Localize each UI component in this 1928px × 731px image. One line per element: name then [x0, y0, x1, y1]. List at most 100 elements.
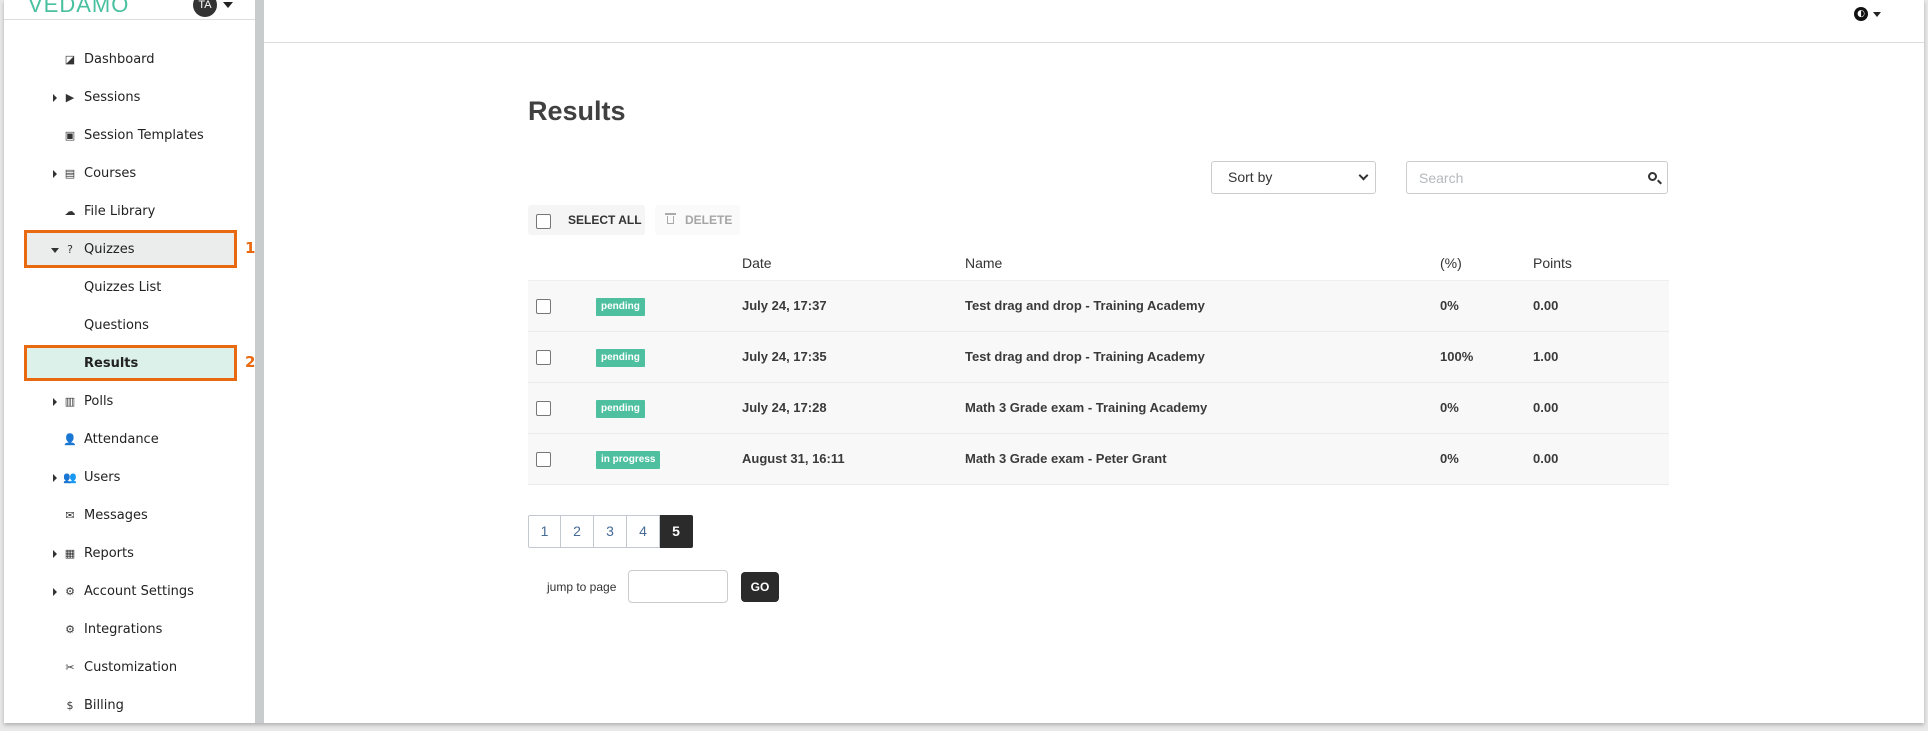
avatar-caret-down-icon[interactable] — [223, 2, 233, 8]
result-date: August 31, 16:11 — [742, 451, 845, 466]
table-row[interactable]: pending July 24, 17:28 Math 3 Grade exam -… — [528, 383, 1669, 434]
cogs-icon: ⚙ — [65, 623, 75, 636]
page-title: Results — [528, 96, 626, 126]
sidebar-item-courses[interactable]: ▤ Courses — [4, 155, 255, 193]
sidebar-item-dashboard[interactable]: ◪ Dashboard — [4, 41, 255, 79]
result-points: 1.00 — [1533, 349, 1559, 364]
row-checkbox[interactable] — [536, 350, 551, 365]
vedamo-logo[interactable]: VEDAMO — [28, 0, 129, 18]
table-row[interactable]: pending July 24, 17:37 Test drag and drop … — [528, 281, 1669, 332]
column-header-date[interactable]: Date — [742, 255, 772, 271]
sidebar-item-sessions[interactable]: ▶ Sessions — [4, 79, 255, 117]
caret-right-icon[interactable] — [53, 550, 57, 558]
caret-right-icon[interactable] — [53, 94, 57, 102]
page-3-button[interactable]: 3 — [594, 515, 627, 548]
status-badge: pending — [596, 298, 645, 316]
go-button[interactable]: GO — [741, 572, 779, 602]
search-input[interactable] — [1419, 162, 1634, 193]
page-2-button[interactable]: 2 — [561, 515, 594, 548]
result-percent: 0% — [1440, 451, 1459, 466]
sidebar-item-questions[interactable]: Questions — [4, 307, 255, 345]
question-circle-icon: ? — [67, 243, 73, 256]
select-all-button[interactable]: SELECT ALL — [528, 205, 645, 235]
sidebar: VEDAMO TA 1 2 ◪ Dashboard ▶ Sessions ▣ Sessio… — [4, 0, 255, 723]
column-header-percent[interactable]: (%) — [1440, 255, 1462, 271]
sidebar-nav: ◪ Dashboard ▶ Sessions ▣ Session Templates ▤ Co… — [4, 41, 255, 723]
play-circle-icon: ▶ — [65, 91, 75, 104]
column-header-name[interactable]: Name — [965, 255, 1002, 271]
page-1-button[interactable]: 1 — [528, 515, 561, 548]
sidebar-item-reports[interactable]: ▦ Reports — [4, 535, 255, 573]
template-icon: ▣ — [64, 129, 76, 142]
results-table: Date Name (%) Points pending July 24, 17:… — [528, 248, 1669, 485]
sidebar-item-label: Quizzes List — [84, 280, 162, 295]
sidebar-item-users[interactable]: 👥 Users — [4, 459, 255, 497]
sidebar-header: VEDAMO TA — [4, 0, 255, 20]
sidebar-item-label: Dashboard — [84, 52, 155, 67]
result-name[interactable]: Math 3 Grade exam - Peter Grant — [965, 451, 1167, 466]
user-check-icon: 👤 — [63, 433, 77, 446]
search-icon[interactable] — [1648, 172, 1657, 181]
sidebar-item-messages[interactable]: ✉ Messages — [4, 497, 255, 535]
book-icon: ▤ — [64, 167, 76, 180]
sidebar-item-label: Questions — [84, 318, 149, 333]
sidebar-item-label: Account Settings — [84, 584, 194, 599]
result-name[interactable]: Math 3 Grade exam - Training Academy — [965, 400, 1207, 415]
sidebar-scrollbar[interactable] — [255, 0, 264, 723]
sidebar-item-quizzes[interactable]: ? Quizzes — [4, 231, 255, 269]
page-4-button[interactable]: 4 — [627, 515, 660, 548]
row-checkbox[interactable] — [536, 299, 551, 314]
result-date: July 24, 17:35 — [742, 349, 827, 364]
row-checkbox[interactable] — [536, 401, 551, 416]
caret-right-icon[interactable] — [53, 588, 57, 596]
delete-button[interactable]: DELETE — [655, 205, 740, 235]
result-name[interactable]: Test drag and drop - Training Academy — [965, 349, 1205, 364]
result-date: July 24, 17:37 — [742, 298, 827, 313]
jump-to-page-input[interactable] — [628, 570, 728, 603]
sidebar-item-quizzes-list[interactable]: Quizzes List — [4, 269, 255, 307]
invoice-icon: $ — [66, 699, 74, 712]
sidebar-item-label: Users — [84, 470, 121, 485]
table-row[interactable]: pending July 24, 17:35 Test drag and drop … — [528, 332, 1669, 383]
language-caret-down-icon[interactable] — [1873, 12, 1881, 17]
status-badge: pending — [596, 400, 645, 418]
sidebar-item-label: Polls — [84, 394, 114, 409]
sidebar-item-polls[interactable]: ▥ Polls — [4, 383, 255, 421]
sidebar-item-file-library[interactable]: ☁ File Library — [4, 193, 255, 231]
chevron-down-icon — [1358, 170, 1369, 181]
user-avatar[interactable]: TA — [193, 0, 217, 17]
tools-icon: ✂ — [65, 661, 75, 674]
caret-right-icon[interactable] — [53, 474, 57, 482]
sidebar-item-label: File Library — [84, 204, 156, 219]
caret-right-icon[interactable] — [53, 170, 57, 178]
column-header-points[interactable]: Points — [1533, 255, 1572, 271]
sidebar-item-customization[interactable]: ✂ Customization — [4, 649, 255, 687]
sidebar-item-integrations[interactable]: ⚙ Integrations — [4, 611, 255, 649]
caret-down-icon[interactable] — [51, 248, 59, 253]
dashboard-icon: ◪ — [64, 53, 76, 66]
sidebar-item-billing[interactable]: $ Billing — [4, 687, 255, 723]
globe-icon[interactable]: ◐ — [1854, 7, 1868, 21]
sidebar-item-results[interactable]: Results — [4, 345, 255, 383]
sidebar-item-label: Integrations — [84, 622, 163, 637]
sort-by-select[interactable]: Sort by — [1211, 161, 1376, 194]
search-box[interactable] — [1406, 161, 1668, 194]
table-row[interactable]: in progress August 31, 16:11 Math 3 Grade … — [528, 434, 1669, 485]
envelope-icon: ✉ — [65, 509, 75, 522]
sidebar-item-label: Sessions — [84, 90, 141, 105]
sidebar-item-label: Courses — [84, 166, 137, 181]
sidebar-item-session-templates[interactable]: ▣ Session Templates — [4, 117, 255, 155]
select-all-checkbox[interactable] — [536, 214, 551, 229]
result-date: July 24, 17:28 — [742, 400, 827, 415]
page-5-button[interactable]: 5 — [660, 515, 693, 548]
sidebar-item-attendance[interactable]: 👤 Attendance — [4, 421, 255, 459]
row-checkbox[interactable] — [536, 452, 551, 467]
sidebar-item-label: Messages — [84, 508, 148, 523]
caret-right-icon[interactable] — [53, 398, 57, 406]
sidebar-item-label: Billing — [84, 698, 124, 713]
sidebar-item-account-settings[interactable]: ⚙ Account Settings — [4, 573, 255, 611]
result-percent: 0% — [1440, 298, 1459, 313]
cloud-upload-icon: ☁ — [64, 205, 76, 218]
result-percent: 0% — [1440, 400, 1459, 415]
result-name[interactable]: Test drag and drop - Training Academy — [965, 298, 1205, 313]
